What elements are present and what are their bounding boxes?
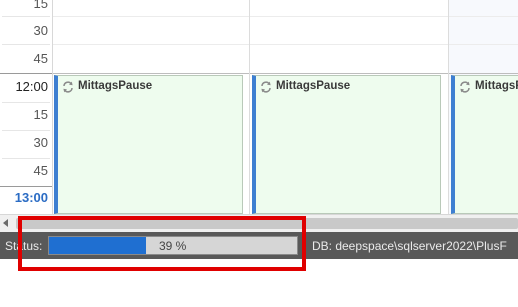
slot-line (2, 158, 50, 159)
slot-line (2, 16, 50, 17)
hour-line (0, 73, 52, 74)
time-label-quarter: 45 (33, 51, 48, 66)
status-label: Status: (5, 239, 43, 253)
event-title: MittagsPause (475, 80, 518, 92)
status-bar: Status: 39 % DB: deepspace\sqlserver2022… (0, 232, 518, 259)
slot-line (53, 16, 249, 17)
calendar-event[interactable]: MittagsPause (252, 75, 441, 214)
progress-bar: 39 % (48, 236, 298, 255)
slot-line (250, 16, 448, 17)
hour-line (250, 73, 448, 74)
arrow-left-icon[interactable] (3, 219, 8, 227)
slot-line (53, 44, 249, 45)
hour-line (53, 73, 249, 74)
time-ruler: 15 30 45 12:00 15 30 45 13:00 (0, 0, 53, 214)
database-connection-text: DB: deepspace\sqlserver2022\PlusF (312, 239, 507, 253)
current-time-label: 13:00 (14, 190, 48, 205)
recurrence-icon (261, 81, 271, 93)
slot-line (2, 130, 50, 131)
horizontal-scrollbar[interactable] (0, 214, 518, 232)
time-label-quarter: 30 (33, 23, 48, 38)
hour-line (0, 186, 52, 187)
recurrence-icon (460, 81, 470, 93)
event-title: MittagsPause (276, 80, 351, 92)
recurrence-icon (63, 81, 73, 93)
progress-fill (49, 237, 146, 254)
event-title: MittagsPause (78, 80, 153, 92)
time-label-quarter: 45 (33, 163, 48, 178)
calendar-event[interactable]: MittagsPause (54, 75, 243, 214)
calendar-event[interactable]: MittagsPause (451, 75, 518, 214)
scrollbar-thumb[interactable] (16, 218, 518, 229)
slot-line (2, 102, 50, 103)
slot-line (2, 44, 50, 45)
time-label-hour: 12:00 (15, 79, 48, 94)
hour-line (449, 73, 518, 74)
time-label-quarter: 15 (33, 0, 48, 11)
slot-line (449, 16, 518, 17)
slot-line (250, 44, 448, 45)
time-label-quarter: 30 (33, 135, 48, 150)
slot-line (449, 44, 518, 45)
calendar-view: 15 30 45 12:00 15 30 45 13:00 MittagsPau… (0, 0, 518, 214)
time-label-quarter: 15 (33, 107, 48, 122)
progress-percent-text: 39 % (159, 239, 187, 253)
